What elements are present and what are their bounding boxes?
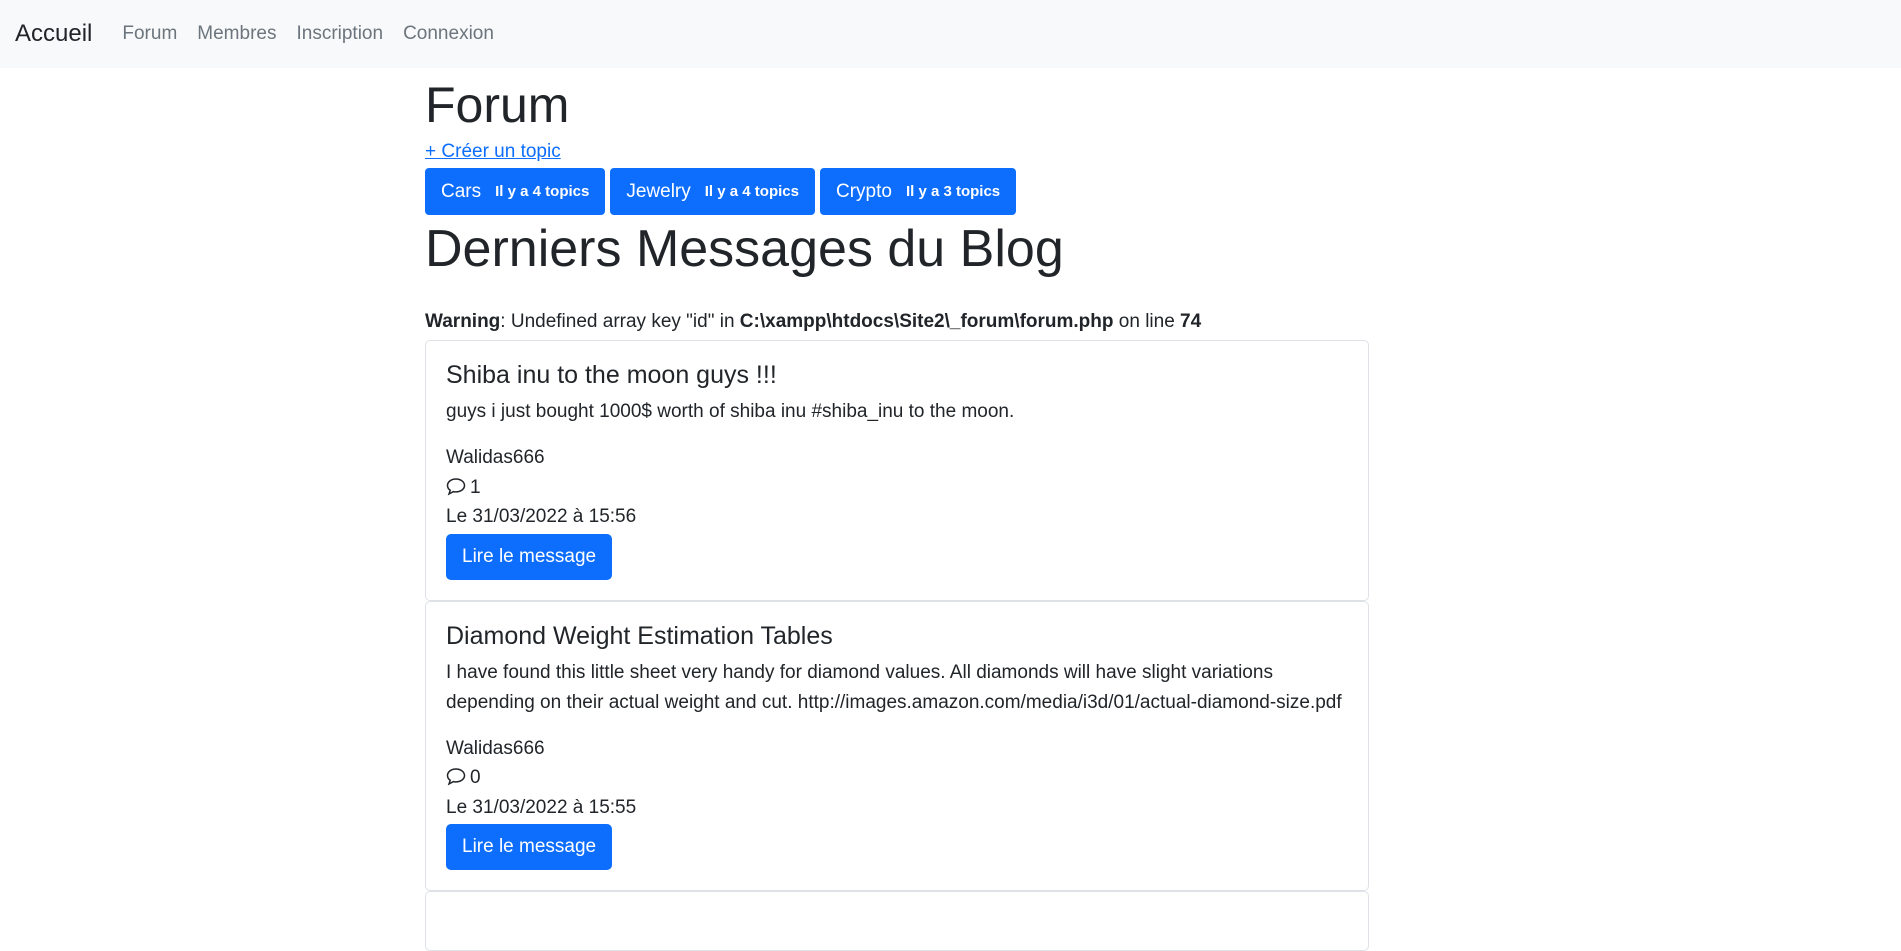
comment-count: 1 (470, 476, 481, 498)
comment-count: 0 (470, 767, 481, 788)
post-author: Walidas666 (446, 447, 545, 468)
category-count: Il y a 4 topics (704, 183, 799, 200)
warning-text-2: on line (1113, 311, 1181, 332)
warning-line: 74 (1180, 311, 1202, 332)
nav-link-forum[interactable]: Forum (122, 23, 177, 45)
warning-label: Warning (425, 311, 501, 332)
navbar: Accueil Forum Membres Inscription Connex… (0, 0, 1901, 68)
category-button-jewelry[interactable]: Jewelry Il y a 4 topics (610, 168, 815, 215)
post-author: Walidas666 (446, 737, 545, 759)
blog-title: Derniers Messages du Blog (425, 220, 1064, 278)
post-date: Le 31/03/2022 à 15:56 (446, 506, 637, 527)
post-card: Diamond Weight Estimation Tables I have … (425, 600, 1369, 891)
post-card-partial (425, 891, 1369, 951)
category-count: Il y a 4 topics (495, 183, 590, 200)
category-name: Crypto (835, 180, 892, 202)
create-topic-label: Créer un topic (441, 141, 561, 162)
category-name: Jewelry (626, 180, 691, 202)
category-count: Il y a 3 topics (905, 183, 1001, 200)
post-card: Shiba inu to the moon guys !!! guys i ju… (425, 340, 1369, 601)
chat-bubble-icon (446, 477, 466, 496)
warning-text-1: : Undefined array key "id" in (500, 311, 740, 332)
main-container: Forum + Créer un topic Cars Il y a 4 top… (425, 68, 1369, 951)
category-list: Cars Il y a 4 topics Jewelry Il y a 4 to… (425, 168, 1369, 215)
php-warning: Warning: Undefined array key "id" in C:\… (425, 310, 1369, 334)
post-title: Shiba inu to the moon guys !!! (446, 361, 777, 389)
category-button-crypto[interactable]: Crypto Il y a 3 topics (819, 168, 1017, 215)
post-date: Le 31/03/2022 à 15:55 (446, 796, 637, 818)
nav-link-connexion[interactable]: Connexion (403, 23, 494, 45)
nav-link-inscription[interactable]: Inscription (296, 23, 383, 45)
plus-icon: + (425, 141, 437, 162)
post-comments: 1 (446, 473, 1348, 503)
create-topic-link[interactable]: + Créer un topic (425, 140, 561, 164)
chat-bubble-icon (446, 768, 466, 786)
read-message-button[interactable]: Lire le message (446, 824, 613, 870)
post-title: Diamond Weight Estimation Tables (446, 621, 833, 650)
read-message-button[interactable]: Lire le message (446, 533, 613, 580)
page-title: Forum (425, 77, 570, 133)
post-body: I have found this little sheet very hand… (446, 661, 1342, 713)
nav-link-membres[interactable]: Membres (197, 23, 276, 45)
category-name: Cars (441, 180, 482, 202)
category-button-cars[interactable]: Cars Il y a 4 topics (425, 168, 606, 215)
post-comments: 0 (446, 763, 1348, 793)
warning-file: C:\xampp\htdocs\Site2\_forum\forum.php (739, 311, 1114, 332)
post-body: guys i just bought 1000$ worth of shiba … (446, 401, 1015, 422)
brand-link[interactable]: Accueil (15, 20, 92, 48)
